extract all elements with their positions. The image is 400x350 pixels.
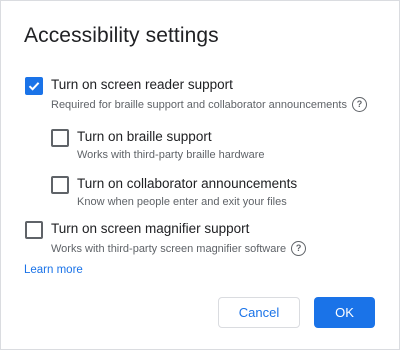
cancel-button[interactable]: Cancel	[218, 297, 300, 328]
screen-reader-description: Required for braille support and collabo…	[51, 97, 367, 112]
help-circle-icon[interactable]: ?	[291, 241, 307, 256]
braille-label: Turn on braille support	[77, 129, 212, 144]
learn-more-link[interactable]: Learn more	[24, 264, 83, 276]
screen-magnifier-description-text: Works with third-party screen magnifier …	[51, 242, 287, 255]
screen-magnifier-label: Turn on screen magnifier support	[51, 221, 250, 236]
collaborator-announcements-description: Know when people enter and exit your fil…	[77, 196, 287, 208]
dialog-title: Accessibility settings	[24, 24, 219, 47]
screen-reader-checkbox[interactable]	[25, 77, 43, 95]
accessibility-settings-dialog: Accessibility settings Turn on screen re…	[0, 0, 400, 350]
screen-reader-label: Turn on screen reader support	[51, 77, 233, 92]
screen-magnifier-description: Works with third-party screen magnifier …	[51, 241, 307, 256]
screen-reader-description-text: Required for braille support and collabo…	[51, 98, 347, 111]
help-circle-icon[interactable]: ?	[351, 97, 367, 112]
ok-button[interactable]: OK	[314, 297, 375, 328]
braille-description: Works with third-party braille hardware	[77, 149, 265, 161]
collaborator-announcements-label: Turn on collaborator announcements	[77, 176, 298, 191]
screen-magnifier-checkbox[interactable]	[25, 221, 43, 239]
checkmark-icon	[28, 82, 40, 91]
collaborator-announcements-checkbox[interactable]	[51, 176, 69, 194]
braille-checkbox[interactable]	[51, 129, 69, 147]
